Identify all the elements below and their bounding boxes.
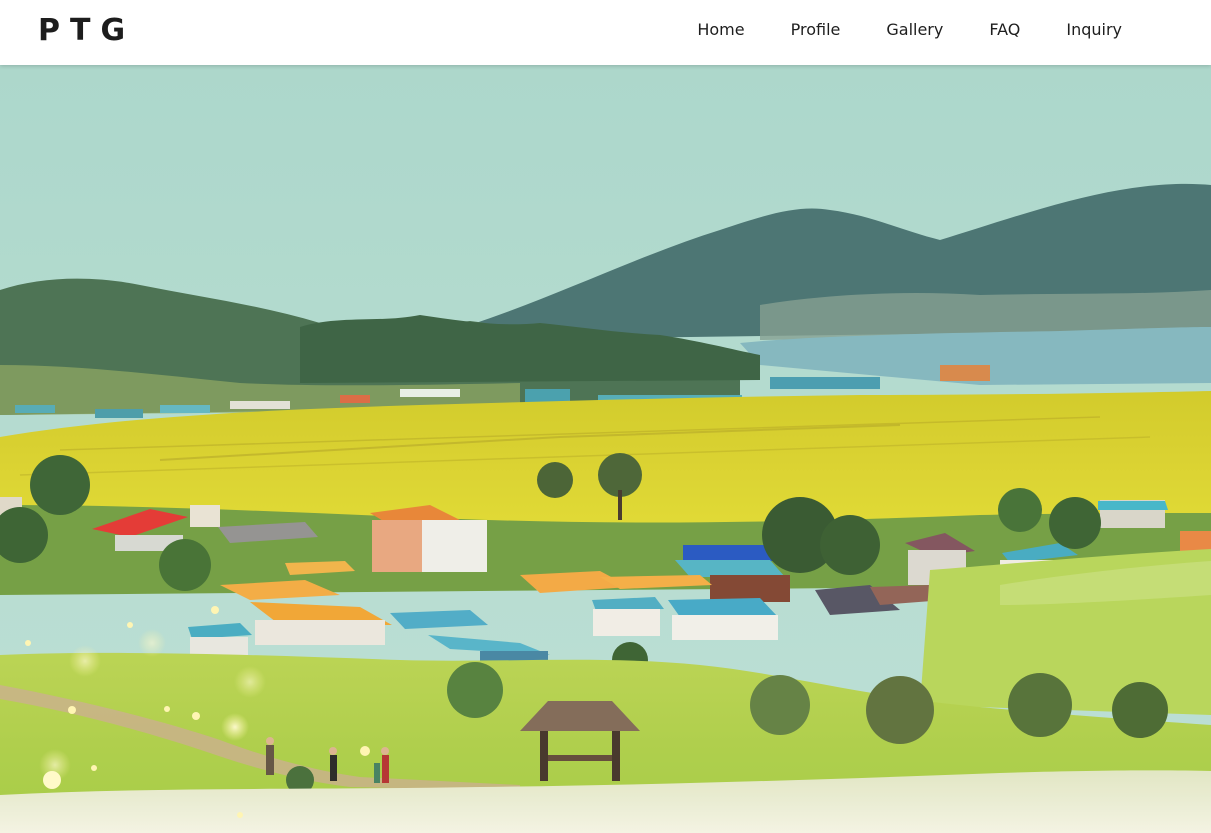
logo-link[interactable]: PTG bbox=[38, 13, 135, 49]
nav-item-home[interactable]: Home bbox=[697, 18, 744, 42]
nav-item-faq[interactable]: FAQ bbox=[989, 18, 1020, 42]
nav-item-gallery[interactable]: Gallery bbox=[886, 18, 943, 42]
nav-item-inquiry[interactable]: Inquiry bbox=[1066, 18, 1122, 42]
site-header: PTG Home Profile Gallery FAQ Inquiry bbox=[0, 0, 1211, 65]
nav-item-profile[interactable]: Profile bbox=[791, 18, 841, 42]
hero-image bbox=[0, 65, 1211, 833]
page: PTG Home Profile Gallery FAQ Inquiry bbox=[0, 0, 1211, 833]
hero-landscape-illustration bbox=[0, 65, 1211, 833]
main-nav: Home Profile Gallery FAQ Inquiry bbox=[697, 18, 1122, 42]
